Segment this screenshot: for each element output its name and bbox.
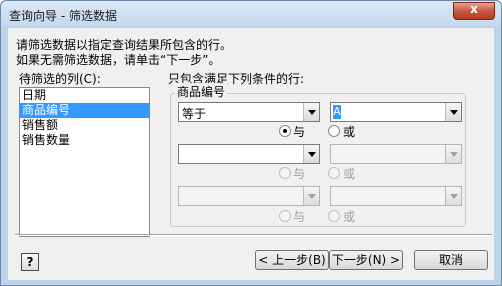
chevron-down-icon: [445, 187, 461, 205]
back-button[interactable]: < 上一步(B): [255, 250, 329, 270]
chevron-down-icon[interactable]: [303, 145, 319, 163]
close-icon: x: [470, 2, 478, 16]
help-button[interactable]: ?: [21, 253, 39, 271]
value-select-3: [330, 186, 462, 206]
and-label-1: 与: [293, 125, 306, 139]
or-radio-1[interactable]: [328, 125, 340, 137]
chevron-down-icon: [303, 187, 319, 205]
list-item-sales-amount[interactable]: 销售额: [20, 118, 149, 133]
operator-select-3: [178, 186, 320, 206]
or-label-1: 或: [343, 125, 356, 139]
chevron-down-icon[interactable]: [303, 103, 319, 121]
operator-select-1[interactable]: 等于: [178, 102, 320, 122]
value-select-2: [330, 144, 462, 164]
help-icon: ?: [26, 255, 34, 269]
value-select-1[interactable]: A: [330, 102, 462, 122]
and-radio-2: [279, 167, 291, 179]
and-radio-3: [279, 210, 291, 222]
title-bar[interactable]: 查询向导 - 筛选数据 x: [1, 1, 501, 27]
query-wizard-dialog: 查询向导 - 筛选数据 x 请筛选数据以指定查询结果所包含的行。 如果无需筛选数…: [0, 0, 502, 286]
instruction-line-2: 如果无需筛选数据，请单击“下一步”。: [16, 53, 221, 67]
filter-group-title: 商品编号: [175, 83, 228, 100]
chevron-down-icon[interactable]: [445, 103, 461, 121]
or-radio-2: [328, 167, 340, 179]
columns-listbox[interactable]: 日期 商品编号 销售额 销售数量: [19, 87, 150, 237]
value-text-1: A: [333, 105, 341, 119]
and-radio-1[interactable]: [279, 125, 291, 137]
and-label-2: 与: [293, 167, 306, 181]
next-button[interactable]: 下一步(N) >: [329, 250, 403, 270]
or-label-2: 或: [343, 167, 356, 181]
list-item-date[interactable]: 日期: [20, 88, 149, 103]
or-radio-3: [328, 210, 340, 222]
operator-select-2[interactable]: [178, 144, 320, 164]
list-item-product-id[interactable]: 商品编号: [20, 103, 149, 118]
chevron-down-icon: [445, 145, 461, 163]
instruction-line-1: 请筛选数据以指定查询结果所包含的行。: [16, 38, 233, 52]
dialog-body: 请筛选数据以指定查询结果所包含的行。 如果无需筛选数据，请单击“下一步”。 待筛…: [8, 28, 494, 280]
list-item-sales-quantity[interactable]: 销售数量: [20, 133, 149, 148]
cancel-button[interactable]: 取消: [414, 250, 488, 270]
operator-value-1: 等于: [182, 107, 207, 121]
or-label-3: 或: [343, 210, 356, 224]
and-label-3: 与: [293, 210, 306, 224]
close-button[interactable]: x: [453, 2, 495, 20]
window-title: 查询向导 - 筛选数据: [9, 9, 117, 23]
button-separator: [15, 234, 492, 236]
columns-label: 待筛选的列(C):: [19, 72, 101, 86]
